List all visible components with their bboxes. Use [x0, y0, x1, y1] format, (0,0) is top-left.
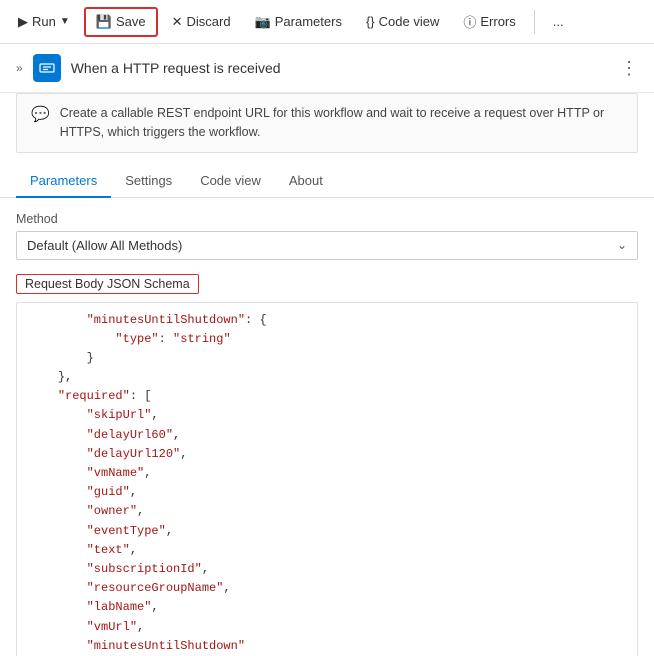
- trigger-header: » When a HTTP request is received ⋮: [0, 44, 654, 93]
- more-button[interactable]: ...: [543, 9, 574, 34]
- tab-bar: Parameters Settings Code view About: [0, 165, 654, 198]
- tab-settings[interactable]: Settings: [111, 165, 186, 198]
- code-line: "subscriptionId",: [29, 560, 625, 579]
- save-button[interactable]: 💾 Save: [84, 7, 158, 37]
- method-select[interactable]: Default (Allow All Methods) ⌄: [16, 231, 638, 260]
- code-line: "vmUrl",: [29, 618, 625, 637]
- code-line: "delayUrl120",: [29, 445, 625, 464]
- code-line: "owner",: [29, 502, 625, 521]
- parameters-icon: 📷: [255, 14, 271, 30]
- code-line: "required": [: [29, 387, 625, 406]
- run-button[interactable]: ▶ Run ▼: [8, 9, 80, 35]
- tab-code-view[interactable]: Code view: [186, 165, 275, 198]
- expand-icon[interactable]: »: [16, 61, 23, 75]
- code-line: "vmName",: [29, 464, 625, 483]
- info-box: 💬 Create a callable REST endpoint URL fo…: [16, 93, 638, 153]
- code-line: "resourceGroupName",: [29, 579, 625, 598]
- toolbar-divider: [534, 10, 535, 34]
- discard-button[interactable]: ✕ Discard: [162, 9, 241, 35]
- errors-label: Errors: [480, 14, 515, 29]
- schema-header: Request Body JSON Schema: [16, 274, 199, 294]
- main-content: » When a HTTP request is received ⋮ 💬 Cr…: [0, 44, 654, 656]
- trigger-icon: [33, 54, 61, 82]
- play-icon: ▶: [18, 14, 28, 30]
- code-view-icon: {}: [366, 14, 375, 29]
- errors-icon: ⓘ: [463, 12, 476, 31]
- save-label: Save: [116, 14, 146, 29]
- errors-button[interactable]: ⓘ Errors: [453, 7, 525, 36]
- trigger-menu-icon[interactable]: ⋮: [620, 58, 638, 79]
- code-line: "labName",: [29, 598, 625, 617]
- toolbar: ▶ Run ▼ 💾 Save ✕ Discard 📷 Parameters {}…: [0, 0, 654, 44]
- code-line: },: [29, 368, 625, 387]
- more-label: ...: [553, 14, 564, 29]
- code-line: "guid",: [29, 483, 625, 502]
- code-line: "minutesUntilShutdown": [29, 637, 625, 656]
- info-icon: 💬: [31, 105, 50, 123]
- code-line: }: [29, 349, 625, 368]
- code-line: "delayUrl60",: [29, 426, 625, 445]
- discard-icon: ✕: [172, 14, 183, 30]
- tab-about[interactable]: About: [275, 165, 337, 198]
- tab-parameters[interactable]: Parameters: [16, 165, 111, 198]
- code-line: "eventType",: [29, 522, 625, 541]
- code-line: "type": "string": [29, 330, 625, 349]
- code-view-label: Code view: [379, 14, 440, 29]
- discard-label: Discard: [187, 14, 231, 29]
- save-icon: 💾: [96, 14, 112, 30]
- info-text: Create a callable REST endpoint URL for …: [60, 104, 623, 142]
- run-label: Run: [32, 14, 56, 29]
- method-label: Method: [16, 212, 638, 226]
- method-value: Default (Allow All Methods): [27, 238, 182, 253]
- code-line: "skipUrl",: [29, 406, 625, 425]
- trigger-title: When a HTTP request is received: [71, 60, 610, 76]
- parameters-label: Parameters: [275, 14, 342, 29]
- chevron-down-icon: ⌄: [617, 238, 627, 252]
- run-chevron-icon: ▼: [60, 16, 70, 27]
- parameters-content: Method Default (Allow All Methods) ⌄ Req…: [0, 198, 654, 656]
- code-line: "text",: [29, 541, 625, 560]
- code-view-button[interactable]: {} Code view: [356, 9, 449, 34]
- json-schema-editor[interactable]: "minutesUntilShutdown": { "type": "strin…: [16, 302, 638, 656]
- parameters-button[interactable]: 📷 Parameters: [245, 9, 352, 35]
- code-line: "minutesUntilShutdown": {: [29, 311, 625, 330]
